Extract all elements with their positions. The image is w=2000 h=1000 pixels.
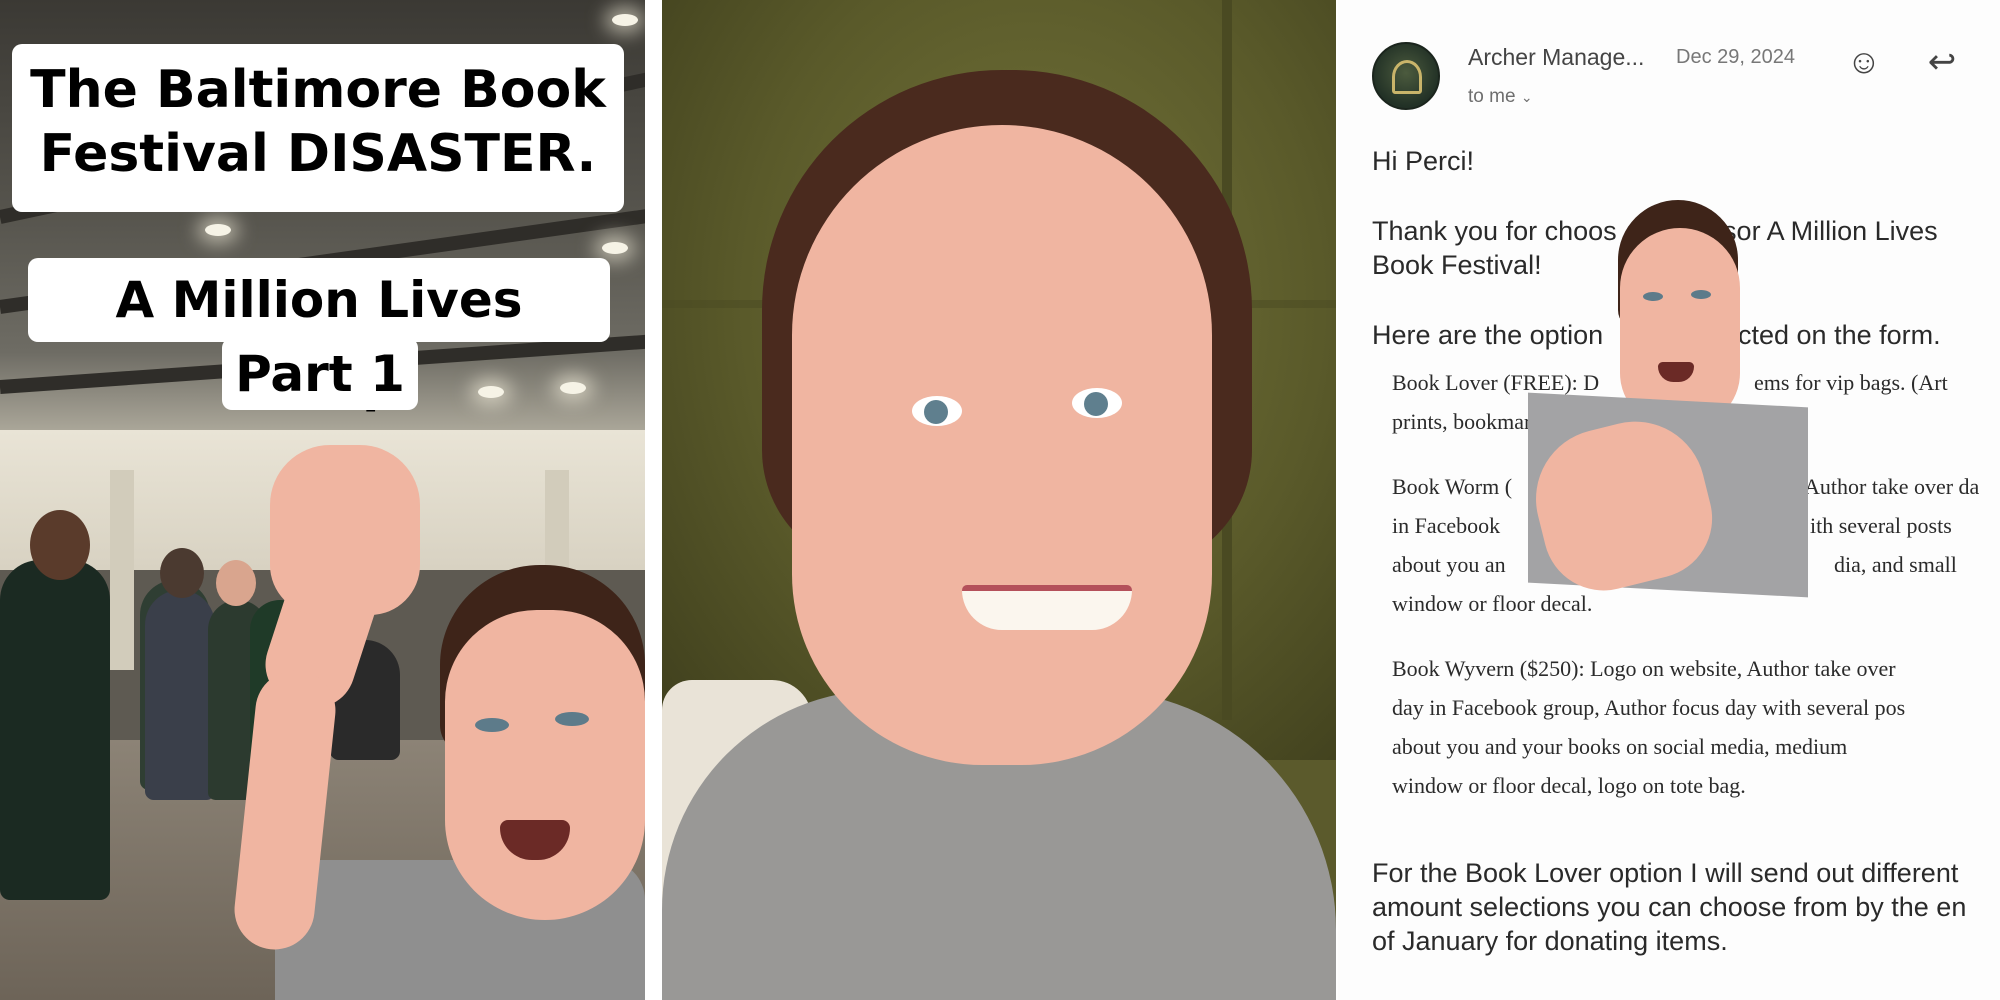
closing-line1: For the Book Lover option I will send ou… [1372,858,1959,888]
tier1-line1b: ems for vip bags. (Art [1754,370,1948,395]
email-view: Archer Manage... Dec 29, 2024 ☺ ↩ to me … [1338,0,2000,1000]
tier2-line3b: dia, and small [1834,552,1957,577]
iris [924,400,948,424]
tier2-line4: window or floor decal. [1392,591,1593,616]
video-caption-title: The Baltimore Book Festival DISASTER. [12,44,624,212]
video-frame-convention-hall: The Baltimore Book Festival DISASTER. A … [0,0,645,1000]
sender-avatar[interactable] [1372,42,1440,110]
email-screenshot: Archer Manage... Dec 29, 2024 ☺ ↩ to me … [1338,0,2000,1000]
eye [475,718,509,732]
tier3-line2: day in Facebook group, Author focus day … [1392,695,1906,720]
tier3-line1: Book Wyvern ($250): Logo on website, Aut… [1392,656,1896,681]
sender-name[interactable]: Archer Manage... [1468,44,1644,71]
email-para1-line1b: ponsor A Million Lives [1678,216,1938,246]
email-para1-line2: Book Festival! [1372,250,1542,280]
tier3-line4: window or floor decal, logo on tote bag. [1392,773,1746,798]
caption-title-text: The Baltimore Book Festival DISASTER. [30,60,606,184]
tier2-line2a: in Facebook [1392,513,1501,538]
video-caption-part: Part 1 [222,338,418,410]
face [792,125,1212,765]
email-para2-a: Here are the option [1372,320,1604,350]
email-para2-b: cted on the form. [1738,320,1941,350]
eye [555,712,589,726]
recipient-text: to me [1468,86,1516,107]
recipient-line[interactable]: to me ⌄ [1468,86,1533,108]
palm [270,445,420,615]
logo-mark-icon [1392,60,1422,94]
video-caption-subtitle: A Million Lives recap [28,258,610,413]
tier2-line3a: about you an [1392,552,1506,577]
tier2-line2b: ith several posts [1810,513,1952,538]
emoji-icon[interactable]: ☺ [1844,42,1884,82]
iris [1084,392,1108,416]
tier1-line2: prints, bookmarks, bu [1392,409,1584,434]
woman-smiling [662,0,1336,1000]
email-greeting: Hi Perci! [1372,146,1475,176]
caption-part-text: Part 1 [235,345,405,403]
closing-line3: of January for donating items. [1372,926,1728,956]
tier2-line1a: Book Worm ( [1392,474,1513,499]
email-para1-line1a: Thank you for choos [1372,216,1617,246]
reply-icon[interactable]: ↩ [1922,42,1962,82]
smile [962,585,1132,630]
chevron-down-icon: ⌄ [1520,89,1533,105]
face [445,610,645,920]
tier3-line3: about you and your books on social media… [1392,734,1848,759]
tier2-line1b: Author take over da [1804,474,1980,499]
tier1-line1a: Book Lover (FREE): D [1392,370,1600,395]
closing-line2: amount selections you can choose from by… [1372,892,1967,922]
email-date: Dec 29, 2024 [1676,46,1795,68]
video-frame-selfie [662,0,1336,1000]
